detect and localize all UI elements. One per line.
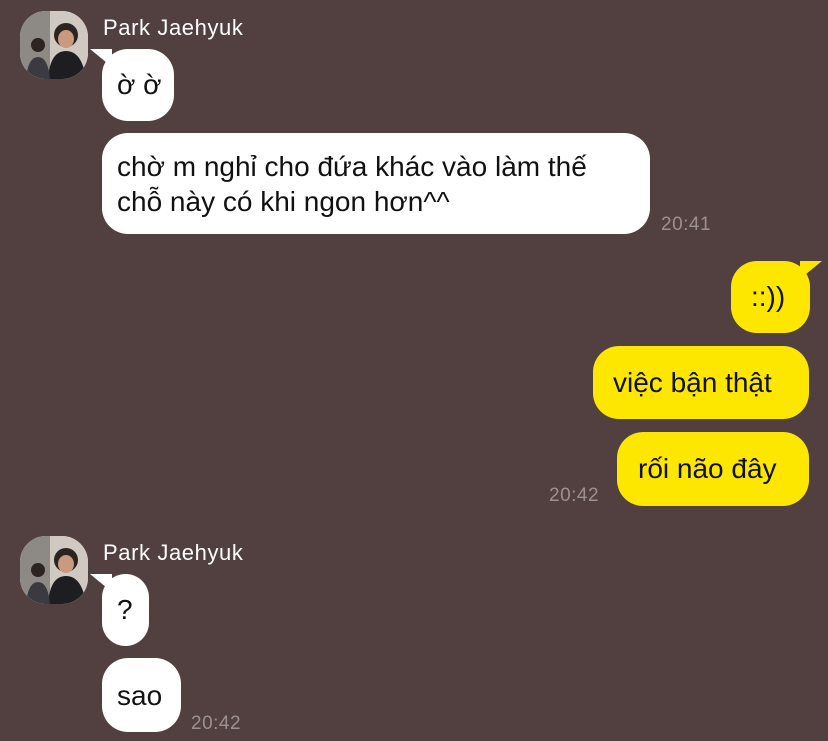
message-text-line: chờ m nghỉ cho đứa khác vào làm thế — [117, 151, 587, 182]
message-text: rối não đây — [638, 453, 777, 484]
outgoing-message-bubble[interactable]: việc bận thật — [593, 346, 809, 419]
message-text: sao — [117, 680, 163, 711]
message-text: ? — [117, 594, 133, 625]
incoming-message-bubble[interactable]: ? — [90, 574, 149, 646]
bubble-tail — [90, 574, 112, 592]
incoming-message-bubble[interactable]: sao — [102, 658, 181, 732]
message-timestamp: 20:41 — [661, 214, 712, 235]
message-timestamp: 20:42 — [549, 485, 600, 506]
avatar-photo — [20, 11, 88, 79]
avatar-photo — [20, 536, 88, 604]
avatar[interactable] — [20, 536, 88, 604]
message-timestamp: 20:42 — [191, 713, 242, 734]
bubble-tail — [90, 49, 112, 67]
avatar[interactable] — [20, 11, 88, 79]
incoming-message-bubble[interactable]: chờ m nghỉ cho đứa khác vào làm thế chỗ … — [102, 133, 650, 234]
outgoing-message-bubble[interactable]: ::)) — [731, 261, 822, 333]
incoming-message-bubble[interactable]: ờ ờ — [90, 49, 174, 121]
bubble-tail — [800, 261, 822, 279]
message-text: việc bận thật — [613, 367, 772, 398]
message-text: ờ ờ — [117, 69, 162, 100]
sender-name: Park Jaehyuk — [103, 540, 244, 565]
message-text-line: chỗ này có khi ngon hơn^^ — [117, 186, 450, 217]
message-text: ::)) — [751, 281, 786, 312]
outgoing-message-bubble[interactable]: rối não đây — [617, 432, 809, 506]
sender-name: Park Jaehyuk — [103, 15, 244, 40]
